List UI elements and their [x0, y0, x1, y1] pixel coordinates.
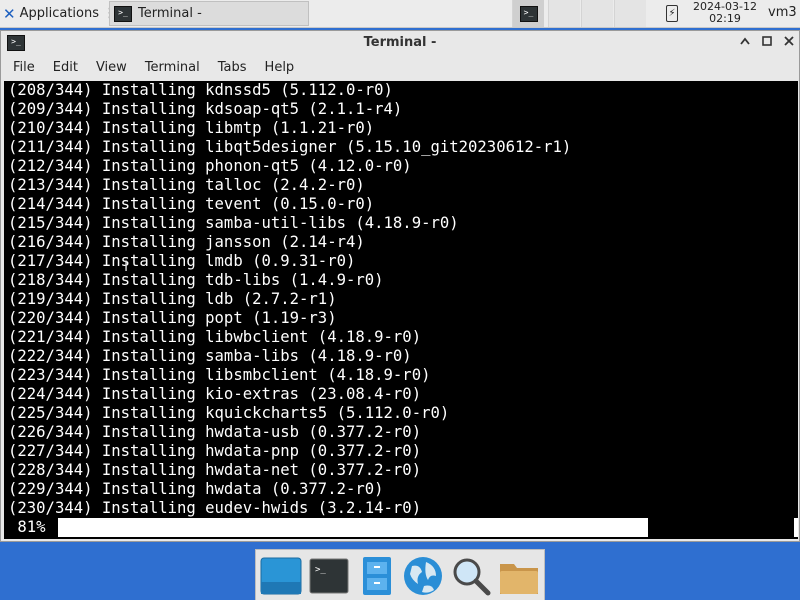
- applications-menu-button[interactable]: ✕ Applications ⋮: [0, 0, 116, 27]
- clock-time: 02:19: [709, 12, 741, 25]
- terminal-line: (219/344) Installing ldb (2.7.2-r1): [8, 290, 337, 308]
- taskbar-item-terminal[interactable]: >_ Terminal -: [109, 1, 309, 26]
- terminal-icon: >_: [519, 5, 538, 22]
- terminal-lines: (208/344) Installing kdnssd5 (5.112.0-r0…: [8, 81, 571, 518]
- dock-file-manager[interactable]: [356, 556, 398, 596]
- terminal-line: (222/344) Installing samba-libs (4.18.9-…: [8, 347, 412, 365]
- terminal-line: (228/344) Installing hwdata-net (0.377.2…: [8, 461, 422, 479]
- close-button[interactable]: [779, 33, 799, 53]
- terminal-line: (208/344) Installing kdnssd5 (5.112.0-r0…: [8, 81, 393, 99]
- top-panel: ✕ Applications ⋮ >_ Terminal - >_ ⚡ 2024…: [0, 0, 800, 28]
- mouse-ibeam-cursor-icon: I: [124, 259, 129, 275]
- menu-view[interactable]: View: [84, 57, 133, 79]
- window-titlebar[interactable]: >_ Terminal -: [1, 31, 799, 55]
- terminal-line: (225/344) Installing kquickcharts5 (5.11…: [8, 404, 450, 422]
- terminal-line: (209/344) Installing kdsoap-qt5 (2.1.1-r…: [8, 100, 403, 118]
- terminal-line: (220/344) Installing popt (1.19-r3): [8, 309, 337, 327]
- collapse-button[interactable]: [735, 33, 755, 53]
- terminal-window: >_ Terminal - File Edit View Terminal Ta…: [0, 30, 800, 542]
- user-menu[interactable]: vm3: [768, 5, 797, 20]
- maximize-icon: [762, 36, 772, 46]
- dock: >_: [255, 549, 545, 600]
- terminal-line: (227/344) Installing hwdata-pnp (0.377.2…: [8, 442, 422, 460]
- show-desktop-icon: [260, 557, 302, 595]
- workspace-1[interactable]: >_: [512, 0, 544, 27]
- workspace-3[interactable]: [581, 0, 613, 27]
- terminal-line: (230/344) Installing eudev-hwids (3.2.14…: [8, 499, 422, 517]
- app-finder-icon: [453, 558, 491, 596]
- chevron-up-icon: [740, 37, 750, 45]
- progress-percent: 81%: [8, 518, 46, 536]
- web-browser-icon: [404, 557, 442, 595]
- window-title: Terminal -: [363, 35, 437, 50]
- terminal-line: (229/344) Installing hwdata (0.377.2-r0): [8, 480, 384, 498]
- svg-text:>_: >_: [315, 565, 326, 575]
- progress-fill: [58, 518, 648, 537]
- menu-file[interactable]: File: [1, 57, 41, 79]
- workspace-4[interactable]: [614, 0, 646, 27]
- xfce-logo-icon: ✕: [3, 4, 16, 23]
- menu-help[interactable]: Help: [253, 57, 301, 79]
- terminal-line: (217/344) Installing lmdb (0.9.31-r0): [8, 252, 356, 270]
- menu-terminal[interactable]: Terminal: [133, 57, 206, 79]
- terminal-line: (223/344) Installing libsmbclient (4.18.…: [8, 366, 431, 384]
- terminal-cursor: [794, 518, 798, 537]
- install-progress-bar: 81%: [8, 518, 648, 537]
- terminal-line: (215/344) Installing samba-util-libs (4.…: [8, 214, 459, 232]
- dock-app-finder[interactable]: [450, 556, 492, 596]
- terminal-icon: >_: [309, 558, 349, 594]
- terminal-line: (224/344) Installing kio-extras (23.08.4…: [8, 385, 422, 403]
- terminal-line: (218/344) Installing tdb-libs (1.4.9-r0): [8, 271, 384, 289]
- menu-bar: File Edit View Terminal Tabs Help: [1, 57, 300, 79]
- clock[interactable]: 2024-03-12 02:19: [690, 0, 760, 25]
- file-manager-icon: [363, 557, 391, 595]
- dock-terminal[interactable]: >_: [308, 556, 350, 596]
- maximize-button[interactable]: [757, 33, 777, 53]
- dock-home-folder[interactable]: [498, 556, 540, 596]
- close-icon: [784, 36, 794, 46]
- terminal-line: (211/344) Installing libqt5designer (5.1…: [8, 138, 572, 156]
- workspace-2[interactable]: [548, 0, 580, 27]
- terminal-line: (226/344) Installing hwdata-usb (0.377.2…: [8, 423, 422, 441]
- menu-edit[interactable]: Edit: [41, 57, 84, 79]
- terminal-line: (210/344) Installing libmtp (1.1.21-r0): [8, 119, 375, 137]
- menu-tabs[interactable]: Tabs: [206, 57, 253, 79]
- home-folder-icon: [500, 564, 538, 594]
- terminal-icon: >_: [114, 5, 132, 22]
- taskbar-item-label: Terminal -: [138, 6, 202, 21]
- terminal-line: (214/344) Installing tevent (0.15.0-r0): [8, 195, 375, 213]
- applications-label: Applications: [19, 6, 99, 21]
- dock-show-desktop[interactable]: [260, 556, 302, 596]
- battery-icon[interactable]: ⚡: [666, 5, 678, 22]
- terminal-output[interactable]: (208/344) Installing kdnssd5 (5.112.0-r0…: [4, 81, 798, 539]
- terminal-line: (213/344) Installing talloc (2.4.2-r0): [8, 176, 365, 194]
- terminal-line: (216/344) Installing jansson (2.14-r4): [8, 233, 365, 251]
- terminal-line: (221/344) Installing libwbclient (4.18.9…: [8, 328, 422, 346]
- terminal-line: (212/344) Installing phonon-qt5 (4.12.0-…: [8, 157, 412, 175]
- dock-web-browser[interactable]: [402, 556, 444, 596]
